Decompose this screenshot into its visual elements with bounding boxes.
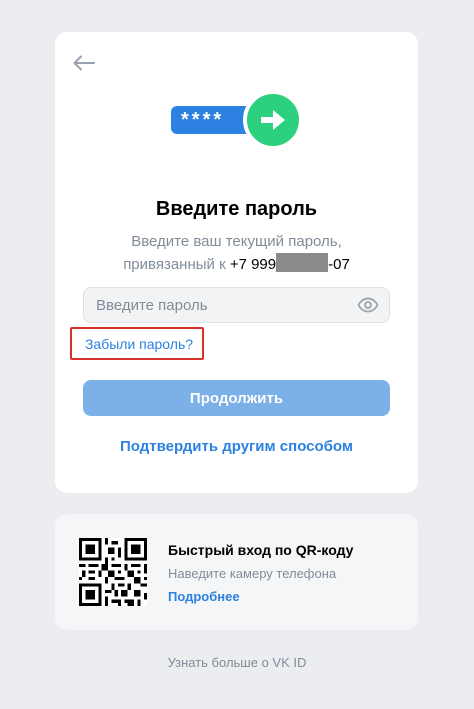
qr-more-link[interactable]: Подробнее [168, 589, 240, 604]
go-circle [243, 90, 303, 150]
arrow-right-icon [261, 110, 285, 130]
password-illustration: **** [171, 90, 303, 154]
masked-password-text: **** [181, 109, 225, 131]
qr-login-card[interactable]: Быстрый вход по QR-коду Наведите камеру … [55, 514, 418, 630]
phone-redaction [276, 253, 329, 272]
page-title: Введите пароль [155, 198, 318, 220]
subtitle: Введите ваш текущий пароль, привязанный … [55, 230, 418, 276]
subtitle-prefix: привязанный к [123, 256, 230, 273]
phone-start: +7 999 [229, 256, 277, 273]
password-input[interactable] [84, 288, 389, 322]
auth-card: **** Введите пароль Введите ваш текущий … [55, 32, 418, 493]
password-pill: **** [171, 106, 253, 134]
back-button[interactable] [71, 50, 97, 76]
other-method-link[interactable]: Подтвердить другим способом [55, 438, 418, 455]
arrow-left-icon [73, 55, 95, 71]
subtitle-line-1: Введите ваш текущий пароль, [131, 233, 342, 250]
qr-title: Быстрый вход по QR-коду [168, 542, 354, 558]
password-field [83, 287, 390, 323]
qr-code-icon [79, 538, 147, 606]
eye-icon[interactable] [357, 296, 379, 314]
learn-more-link[interactable]: Узнать больше о VK ID [0, 655, 474, 670]
qr-subtitle: Наведите камеру телефона [168, 566, 337, 581]
subtitle-line-2: привязанный к +7 999 -07 [55, 253, 418, 276]
phone-end: -07 [328, 256, 350, 273]
continue-button[interactable]: Продолжить [83, 380, 390, 416]
forgot-password-link[interactable]: Забыли пароль? [69, 336, 209, 352]
